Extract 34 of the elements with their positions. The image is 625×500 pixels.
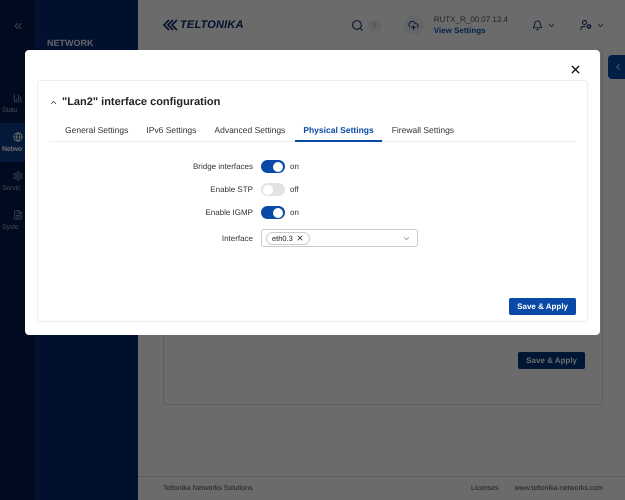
collapse-icon[interactable] xyxy=(12,20,24,32)
tab[interactable]: Physical Settings xyxy=(295,121,382,142)
firmware-version: RUTX_R_00.07.13.4 xyxy=(434,14,508,25)
section-title: "Lan2" interface configuration xyxy=(62,96,220,108)
field-label: Bridge interfaces xyxy=(192,162,253,171)
tab[interactable]: Firewall Settings xyxy=(384,121,462,142)
field-label: Enable IGMP xyxy=(204,208,253,217)
side-tab[interactable] xyxy=(608,55,625,79)
rail-icon xyxy=(12,210,22,220)
cloud-icon[interactable] xyxy=(404,15,424,35)
search-icon[interactable] xyxy=(350,18,364,32)
toggle-state: off xyxy=(290,185,299,194)
tab[interactable]: IPv6 Settings xyxy=(138,121,204,142)
toggle-switch[interactable] xyxy=(261,183,285,196)
toggle-switch[interactable] xyxy=(261,160,285,173)
view-settings-link[interactable]: View Settings xyxy=(434,25,508,36)
remove-icon[interactable] xyxy=(296,234,304,242)
save-apply-button[interactable]: Save & Apply xyxy=(509,298,576,315)
close-button[interactable] xyxy=(569,62,582,76)
rail-icon xyxy=(12,132,22,142)
toggle-switch[interactable] xyxy=(261,206,285,219)
field-label: Enable STP xyxy=(209,185,253,194)
toggle-state: on xyxy=(290,162,299,171)
save-apply-button[interactable]: Save & Apply xyxy=(518,352,585,369)
logo-text: TELTONIKA xyxy=(180,19,244,31)
toggle-state: on xyxy=(290,208,299,217)
rail-icon xyxy=(12,93,22,103)
field-label: Interface xyxy=(220,234,253,242)
logo-icon xyxy=(163,19,179,31)
user-icon[interactable] xyxy=(580,19,592,31)
tab[interactable]: Advanced Settings xyxy=(206,121,294,142)
tab[interactable]: General Settings xyxy=(57,121,136,142)
rail-icon xyxy=(12,171,22,181)
bell-icon[interactable] xyxy=(532,20,543,30)
